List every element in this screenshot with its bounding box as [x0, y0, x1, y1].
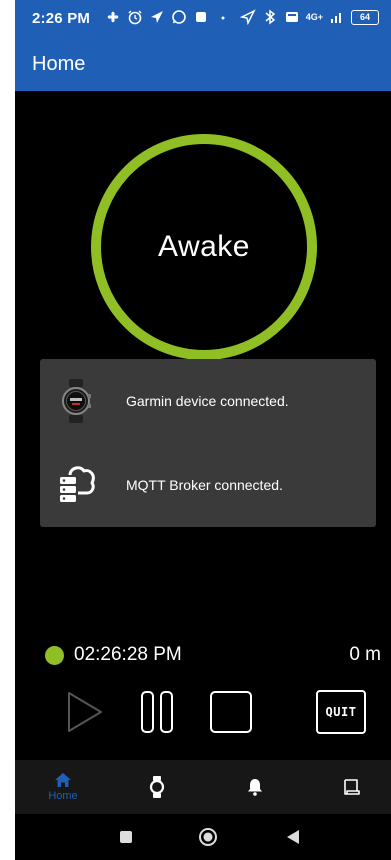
- data-saver-icon: [285, 12, 298, 22]
- script-icon: [344, 779, 360, 795]
- page-title: Home: [32, 53, 86, 75]
- connection-status-card: Garmin device connected. MQTT Broker con…: [40, 359, 376, 527]
- whatsapp-icon: [172, 10, 186, 24]
- back-icon: [287, 830, 299, 844]
- playback-controls: QUIT: [15, 688, 391, 738]
- mqtt-status-message: MQTT Broker connected.: [126, 477, 283, 493]
- home-icon: [55, 773, 71, 787]
- recents-button[interactable]: [114, 825, 138, 849]
- signal-icon: [331, 13, 341, 23]
- elapsed-duration: 0 m: [349, 644, 381, 665]
- alarm-icon: [128, 10, 142, 25]
- back-button[interactable]: [281, 825, 305, 849]
- status-bar: 2:26 PM 4G+ 64: [15, 0, 391, 38]
- icon-container: [46, 443, 106, 527]
- play-button[interactable]: [65, 688, 105, 736]
- home-circle-icon: [199, 828, 217, 846]
- fan-icon: [107, 11, 119, 23]
- dot-icon: [221, 16, 225, 20]
- navigation-icon: [151, 11, 163, 23]
- stop-icon: [210, 691, 252, 733]
- icon-container: [46, 359, 106, 443]
- garmin-status-message: Garmin device connected.: [126, 393, 289, 409]
- timer-row: 02:26:28 PM 0 m: [15, 640, 391, 670]
- nav-label-home: Home: [48, 790, 78, 802]
- stop-button[interactable]: [209, 688, 253, 736]
- recents-icon: [120, 831, 132, 843]
- mqtt-status-row: MQTT Broker connected.: [40, 443, 376, 527]
- battery-level: 64: [359, 12, 370, 22]
- square-notification-icon: [196, 12, 206, 22]
- nav-item-watch[interactable]: [117, 760, 197, 814]
- system-status-icons: 4G+ 64: [239, 9, 379, 25]
- nav-item-home[interactable]: Home: [23, 760, 103, 814]
- bottom-navigation: Home: [15, 760, 391, 814]
- play-icon: [68, 692, 102, 732]
- app-bar: Home: [15, 38, 391, 91]
- smartwatch-icon: [62, 379, 91, 423]
- notification-icons: [105, 9, 231, 25]
- bluetooth-icon: [265, 9, 275, 25]
- phone-screen: 2:26 PM 4G+ 64 Home Awake Garmin device …: [15, 0, 391, 860]
- current-clock: 02:26:28 PM: [74, 644, 182, 665]
- nav-item-log[interactable]: [311, 760, 391, 814]
- network-type: 4G+: [305, 12, 323, 22]
- location-arrow-icon: [239, 9, 256, 25]
- watch-icon: [149, 776, 165, 798]
- battery-icon: 64: [351, 9, 379, 25]
- nav-item-alerts[interactable]: [215, 760, 295, 814]
- system-navigation-bar: [15, 814, 391, 860]
- pause-icon: [141, 691, 173, 733]
- timer-indicator-dot: [45, 646, 64, 665]
- cloud-server-icon: [60, 466, 95, 502]
- system-home-button[interactable]: [196, 825, 220, 849]
- sleep-state-ring: Awake: [91, 134, 317, 360]
- pause-button[interactable]: [137, 688, 177, 736]
- bell-icon: [248, 779, 262, 796]
- sleep-state-label: Awake: [157, 230, 250, 263]
- quit-button[interactable]: QUIT: [316, 690, 366, 734]
- garmin-status-row: Garmin device connected.: [40, 359, 376, 443]
- status-time: 2:26 PM: [32, 10, 91, 27]
